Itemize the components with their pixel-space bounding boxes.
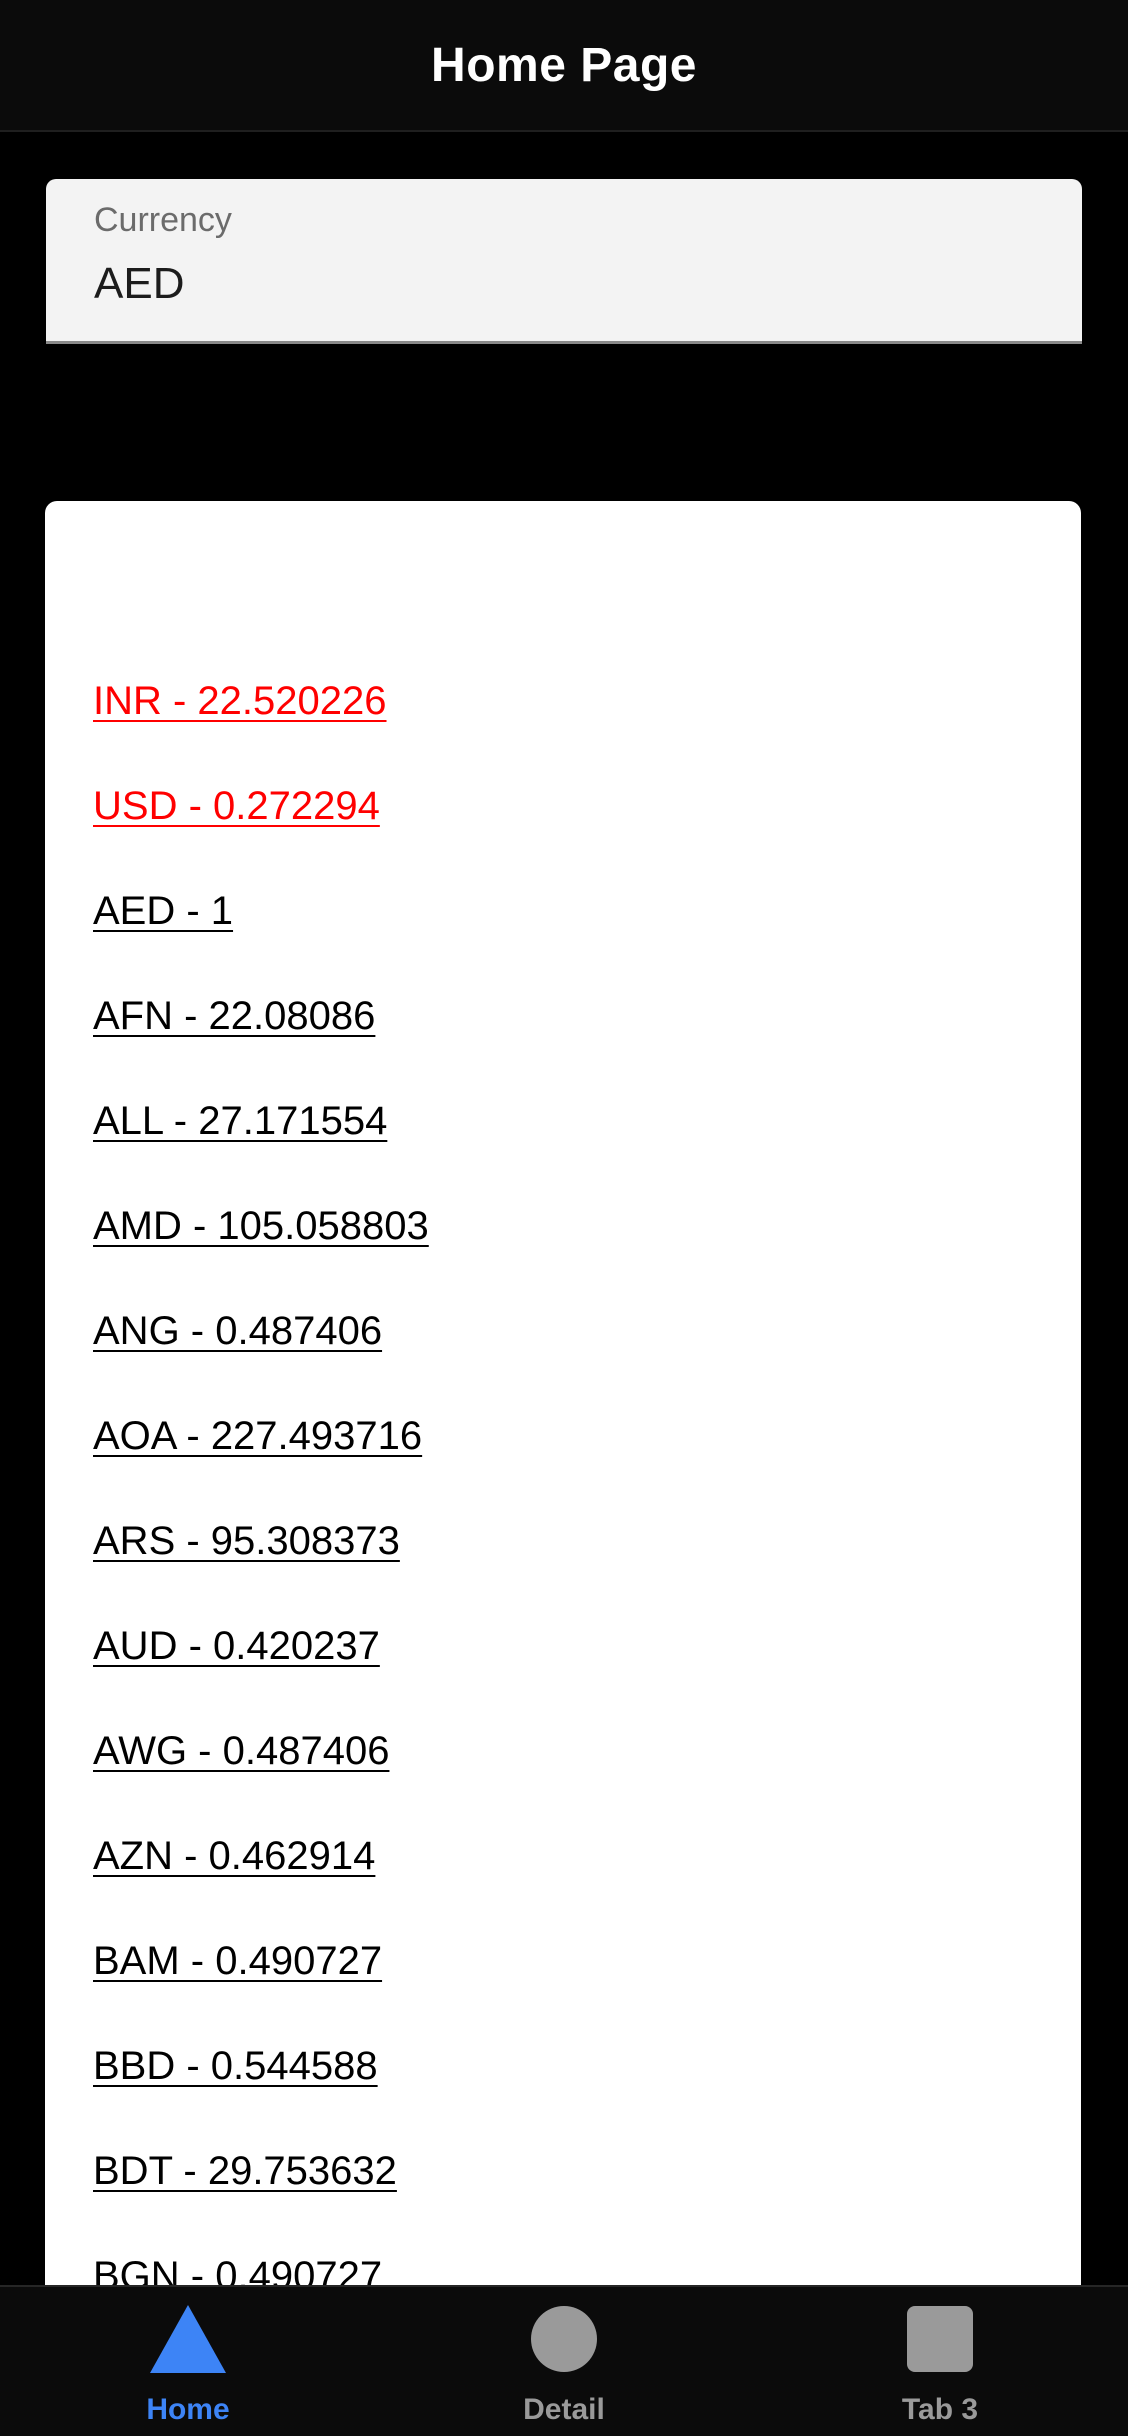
rate-item-azn[interactable]: AZN - 0.462914: [93, 1826, 429, 1931]
app-bar: Home Page: [0, 0, 1128, 132]
rate-item-ang[interactable]: ANG - 0.487406: [93, 1301, 429, 1406]
rates-card: INR - 22.520226 USD - 0.272294 AED - 1 A…: [45, 501, 1081, 2301]
currency-field-label: Currency: [94, 201, 232, 239]
rate-item-amd[interactable]: AMD - 105.058803: [93, 1196, 429, 1301]
rate-item-aed[interactable]: AED - 1: [93, 881, 429, 986]
tab-home-label: Home: [146, 2393, 230, 2426]
rates-list: INR - 22.520226 USD - 0.272294 AED - 1 A…: [93, 671, 429, 2301]
rate-item-aoa[interactable]: AOA - 227.493716: [93, 1406, 429, 1511]
rate-item-awg[interactable]: AWG - 0.487406: [93, 1721, 429, 1826]
tab-home[interactable]: Home: [0, 2287, 376, 2436]
triangle-icon: [150, 2303, 226, 2375]
rate-item-bdt[interactable]: BDT - 29.753632: [93, 2141, 429, 2246]
rate-item-all[interactable]: ALL - 27.171554: [93, 1091, 429, 1196]
currency-dropdown[interactable]: Currency AED: [46, 179, 1082, 344]
rate-item-bbd[interactable]: BBD - 0.544588: [93, 2036, 429, 2141]
rate-item-ars[interactable]: ARS - 95.308373: [93, 1511, 429, 1616]
currency-field-value: AED: [94, 259, 185, 308]
page-title: Home Page: [431, 38, 697, 92]
app-screen: Home Page Currency AED INR - 22.520226 U…: [0, 0, 1128, 2436]
circle-icon: [531, 2303, 597, 2375]
rate-item-afn[interactable]: AFN - 22.08086: [93, 986, 429, 1091]
rate-item-usd[interactable]: USD - 0.272294: [93, 776, 429, 881]
bottom-navigation: Home Detail Tab 3: [0, 2285, 1128, 2436]
tab-detail[interactable]: Detail: [376, 2287, 752, 2436]
tab-detail-label: Detail: [523, 2393, 605, 2426]
tab-3-label: Tab 3: [901, 2393, 979, 2426]
rate-item-inr[interactable]: INR - 22.520226: [93, 671, 429, 776]
rate-item-aud[interactable]: AUD - 0.420237: [93, 1616, 429, 1721]
tab-3[interactable]: Tab 3: [752, 2287, 1128, 2436]
square-icon: [907, 2303, 973, 2375]
rate-item-bam[interactable]: BAM - 0.490727: [93, 1931, 429, 2036]
